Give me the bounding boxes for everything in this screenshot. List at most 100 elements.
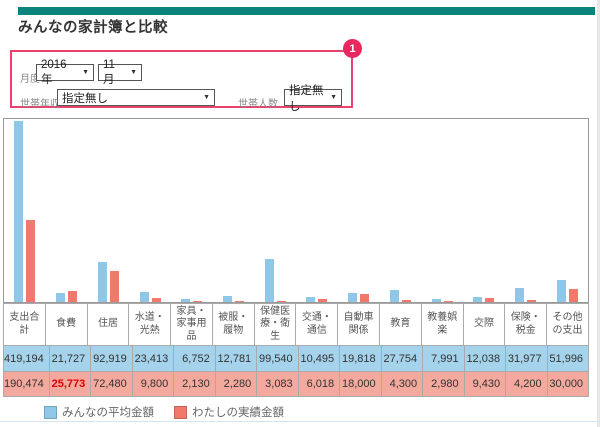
household-size-select-value: 指定無し (289, 82, 325, 114)
year-select-value: 2016年 (41, 59, 77, 87)
category-header-cell: 保険・税金 (504, 303, 546, 345)
chevron-down-icon: ▼ (330, 94, 337, 101)
bar-actual (485, 298, 494, 302)
category-header-cell: 住居 (87, 303, 129, 345)
filter-panel: 月度 2016年 ▼ 11月 ▼ 世帯年収 指定無し ▼ 世帯人数 指定無し ▼ (10, 50, 353, 108)
actual-value-cell: 6,018 (298, 371, 339, 397)
bar-actual (360, 294, 369, 302)
bar-actual (569, 289, 578, 302)
bar-average (557, 280, 566, 302)
bar-group (338, 119, 380, 302)
bar-group (379, 119, 421, 302)
average-value-cell: 21,727 (49, 345, 90, 371)
page-bottom-edge (0, 421, 600, 422)
category-header-cell: 教育 (379, 303, 421, 345)
teal-accent-bar (18, 7, 595, 15)
bar-actual (402, 300, 411, 302)
category-header-cell: 被服・履物 (212, 303, 254, 345)
chevron-down-icon: ▼ (203, 94, 210, 101)
year-select[interactable]: 2016年 ▼ (36, 64, 94, 81)
category-header-cell: 水道・光熱 (128, 303, 170, 345)
category-header-cell: 食費 (45, 303, 87, 345)
bar-average (390, 290, 399, 302)
bar-average (140, 292, 149, 302)
actual-value-cell: 2,980 (422, 371, 463, 397)
bar-average (98, 262, 107, 302)
bar-average (56, 293, 65, 302)
category-header-cell: 支出合計 (3, 303, 45, 345)
actual-value-cell: 190,474 (3, 371, 49, 397)
average-value-cell: 419,194 (3, 345, 49, 371)
legend-label-actual: わたしの実績金額 (192, 404, 284, 420)
household-size-select[interactable]: 指定無し ▼ (284, 89, 342, 106)
average-value-cell: 27,754 (381, 345, 422, 371)
bar-group (4, 119, 46, 302)
bar-group (505, 119, 547, 302)
actual-value-cell: 4,200 (505, 371, 546, 397)
average-value-cell: 51,996 (547, 345, 589, 371)
plot-area (4, 119, 588, 302)
category-header-cell: 交際 (463, 303, 505, 345)
average-amount-row: 419,19421,72792,91923,4136,75212,78199,5… (3, 345, 589, 371)
average-value-cell: 92,919 (90, 345, 131, 371)
comparison-table: 支出合計食費住居水道・光熱家具・家事用品被服・履物保健医療・衛生交通・通信自動車… (3, 303, 589, 397)
bar-group (463, 119, 505, 302)
month-select[interactable]: 11月 ▼ (98, 64, 142, 81)
bar-actual (193, 301, 202, 302)
bar-actual (235, 301, 244, 302)
average-value-cell: 23,413 (132, 345, 173, 371)
average-value-cell: 99,540 (256, 345, 297, 371)
average-value-cell: 12,781 (215, 345, 256, 371)
category-header-cell: 交通・通信 (295, 303, 337, 345)
actual-value-cell: 3,083 (256, 371, 297, 397)
bar-group (171, 119, 213, 302)
bar-group (546, 119, 588, 302)
chart-legend: みんなの平均金額 わたしの実績金額 (44, 404, 284, 420)
actual-swatch-icon (174, 406, 187, 419)
actual-value-cell: 4,300 (381, 371, 422, 397)
month-select-value: 11月 (103, 59, 125, 87)
average-value-cell: 12,038 (464, 345, 505, 371)
average-value-cell: 6,752 (173, 345, 214, 371)
bar-group (46, 119, 88, 302)
bar-average (515, 288, 524, 302)
average-value-cell: 19,818 (339, 345, 380, 371)
income-label: 世帯年収 (20, 95, 60, 110)
income-select[interactable]: 指定無し ▼ (57, 89, 215, 106)
bar-group (421, 119, 463, 302)
bar-actual (318, 299, 327, 302)
bar-average (181, 299, 190, 302)
chevron-down-icon: ▼ (82, 69, 89, 76)
average-value-cell: 7,991 (422, 345, 463, 371)
category-header-cell: 保健医療・衛生 (254, 303, 296, 345)
comparison-chart (3, 118, 589, 303)
legend-label-average: みんなの平均金額 (62, 404, 154, 420)
actual-amount-row: 190,47425,77372,4809,8002,1302,2803,0836… (3, 371, 589, 397)
page-root: みんなの家計簿と比較 月度 2016年 ▼ 11月 ▼ 世帯年収 指定無し ▼ … (0, 0, 600, 427)
chevron-down-icon: ▼ (130, 69, 137, 76)
bar-group (129, 119, 171, 302)
actual-value-cell: 25,773 (49, 371, 90, 397)
legend-item-average: みんなの平均金額 (44, 404, 154, 420)
actual-value-cell: 72,480 (90, 371, 131, 397)
bar-actual (152, 298, 161, 302)
category-header-cell: 家具・家事用品 (170, 303, 212, 345)
household-size-label: 世帯人数 (238, 95, 278, 110)
bar-group (254, 119, 296, 302)
bar-group (213, 119, 255, 302)
actual-value-cell: 18,000 (339, 371, 380, 397)
bar-actual (68, 291, 77, 302)
bar-actual (527, 300, 536, 302)
actual-value-cell: 9,430 (464, 371, 505, 397)
page-title: みんなの家計簿と比較 (18, 16, 168, 37)
bar-average (14, 121, 23, 302)
legend-item-actual: わたしの実績金額 (174, 404, 284, 420)
category-header-cell: 教養娯楽 (421, 303, 463, 345)
bar-average (265, 259, 274, 302)
bar-average (223, 296, 232, 302)
bar-actual (110, 271, 119, 302)
actual-value-cell: 9,800 (132, 371, 173, 397)
bar-average (348, 293, 357, 302)
bar-actual (277, 301, 286, 302)
table-header-row: 支出合計食費住居水道・光熱家具・家事用品被服・履物保健医療・衛生交通・通信自動車… (3, 303, 589, 345)
